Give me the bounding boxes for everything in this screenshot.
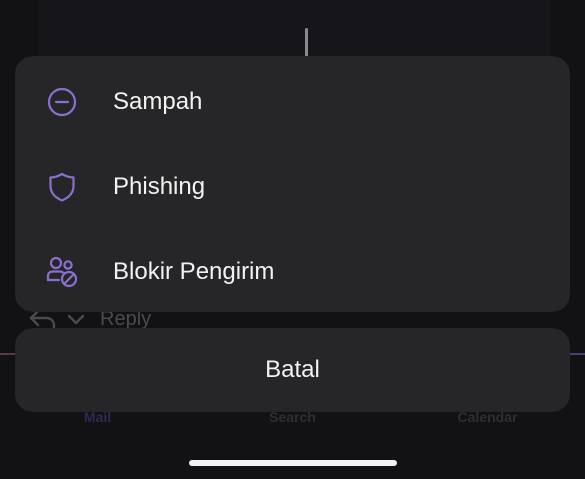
- background-divider-left: [0, 353, 16, 355]
- sheet-item-phishing[interactable]: Phishing: [15, 144, 570, 229]
- home-indicator[interactable]: [189, 460, 397, 466]
- report-action-sheet: Sampah Phishing Blokir Pengirim: [15, 56, 570, 312]
- shield-icon: [45, 170, 79, 204]
- cancel-button[interactable]: Batal: [15, 328, 570, 412]
- sheet-item-label: Blokir Pengirim: [113, 257, 275, 285]
- block-users-icon: [45, 255, 79, 289]
- sheet-item-block-sender[interactable]: Blokir Pengirim: [15, 229, 570, 312]
- background-divider-right: [569, 353, 585, 355]
- cancel-label: Batal: [265, 356, 320, 383]
- chevron-down-icon: [66, 312, 86, 326]
- sheet-item-junk[interactable]: Sampah: [15, 59, 570, 144]
- minus-circle-icon: [45, 85, 79, 119]
- sheet-item-label: Phishing: [113, 172, 206, 200]
- sheet-item-label: Sampah: [113, 87, 203, 115]
- screen: Reply Mail Search Calendar Sampah Phishi…: [0, 0, 585, 479]
- background-message-area: [38, 0, 550, 60]
- scroll-indicator: [305, 28, 308, 58]
